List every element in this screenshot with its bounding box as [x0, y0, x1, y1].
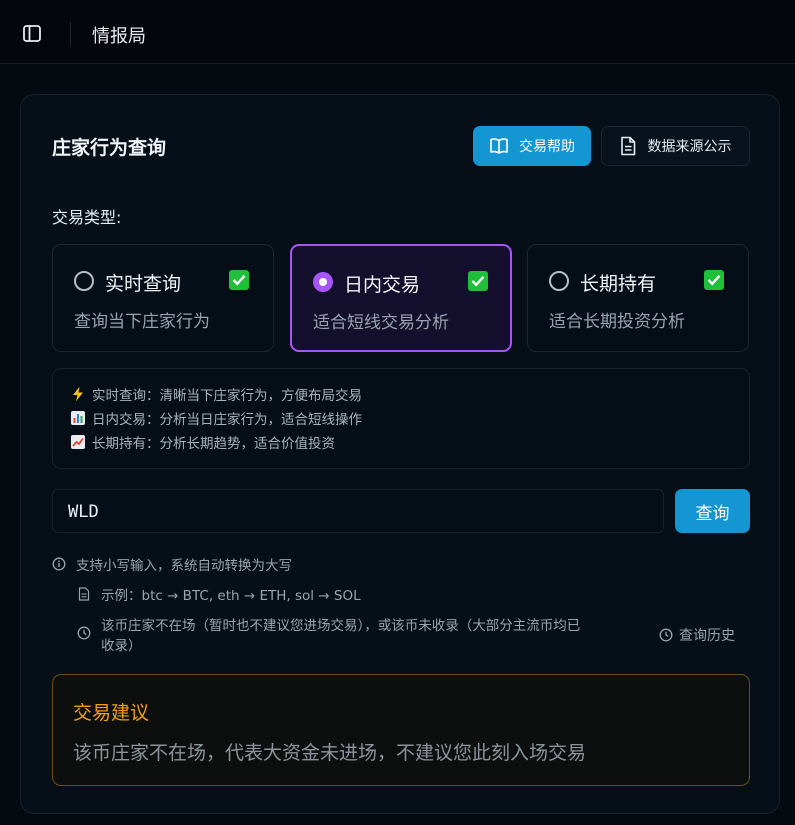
document-icon [620, 136, 635, 156]
info-text: 日内交易：分析当日庄家行为，适合短线操作 [92, 412, 362, 428]
top-bar: 情报局 [0, 0, 795, 64]
option-name: 实时查询 [105, 273, 182, 295]
check-icon [468, 271, 488, 291]
card-title: 庄家行为查询 [52, 137, 167, 159]
example-hint-text: 示例：btc → BTC, eth → ETH, sol → SOL [101, 588, 361, 604]
document-icon [78, 587, 90, 601]
clock-icon [659, 628, 673, 642]
info-line: 日内交易：分析当日庄家行为，适合短线操作 [70, 408, 362, 428]
advice-title: 交易建议 [73, 702, 150, 724]
trade-type-info-box: 实时查询：清晰当下庄家行为，方便布局交易 日内交易：分析当日庄家行为，适合短线操… [52, 368, 750, 469]
radio-button[interactable] [74, 271, 94, 291]
radio-button[interactable] [313, 272, 333, 292]
info-line: 实时查询：清晰当下庄家行为，方便布局交易 [70, 384, 362, 404]
query-history-label: 查询历史 [679, 628, 735, 644]
sidebar-toggle-icon[interactable] [22, 23, 44, 45]
advice-text: 该币庄家不在场，代表大资金未进场，不建议您此刻入场交易 [73, 742, 587, 764]
info-line: 长期持有：分析长期趋势，适合价值投资 [70, 432, 335, 452]
data-source-button[interactable]: 数据来源公示 [601, 126, 750, 166]
info-circle-icon [52, 557, 66, 571]
option-description: 适合短线交易分析 [313, 313, 449, 333]
app-title: 情报局 [92, 26, 146, 47]
check-icon [704, 270, 724, 290]
header-divider [70, 22, 71, 46]
option-description: 适合长期投资分析 [549, 312, 685, 332]
option-long-term[interactable]: 长期持有 适合长期投资分析 [527, 244, 749, 352]
query-card: 庄家行为查询 交易帮助 数据来源公示 交易类型: 实时查询 查询当下庄家行为 日… [20, 94, 780, 814]
option-name: 长期持有 [580, 273, 657, 295]
case-hint-text: 支持小写输入，系统自动转换为大写 [76, 558, 292, 574]
check-icon [229, 270, 249, 290]
query-button[interactable]: 查询 [675, 489, 750, 533]
trade-help-label: 交易帮助 [519, 139, 575, 155]
option-description: 查询当下庄家行为 [74, 312, 210, 332]
option-intraday[interactable]: 日内交易 适合短线交易分析 [290, 244, 512, 352]
book-icon [490, 138, 508, 154]
clock-icon [77, 626, 91, 640]
symbol-search-input[interactable]: WLD [52, 489, 664, 533]
option-realtime[interactable]: 实时查询 查询当下庄家行为 [52, 244, 274, 352]
trade-help-button[interactable]: 交易帮助 [473, 126, 591, 166]
lightning-icon [73, 386, 83, 402]
query-history-link[interactable]: 查询历史 [659, 625, 735, 645]
info-text: 实时查询：清晰当下庄家行为，方便布局交易 [92, 388, 362, 404]
info-text: 长期持有：分析长期趋势，适合价值投资 [92, 436, 335, 452]
trade-advice-box: 交易建议 该币庄家不在场，代表大资金未进场，不建议您此刻入场交易 [52, 674, 750, 786]
not-present-hint-line1: 该币庄家不在场（暂时也不建议您进场交易），或该币未收录（大部分主流币均已 [101, 618, 581, 634]
not-present-hint-line2: 收录） [101, 638, 142, 654]
trade-type-label: 交易类型: [52, 208, 122, 227]
trend-up-icon [71, 435, 85, 449]
option-name: 日内交易 [344, 274, 421, 296]
radio-button[interactable] [549, 271, 569, 291]
data-source-label: 数据来源公示 [647, 139, 732, 155]
bar-chart-icon [71, 411, 85, 425]
